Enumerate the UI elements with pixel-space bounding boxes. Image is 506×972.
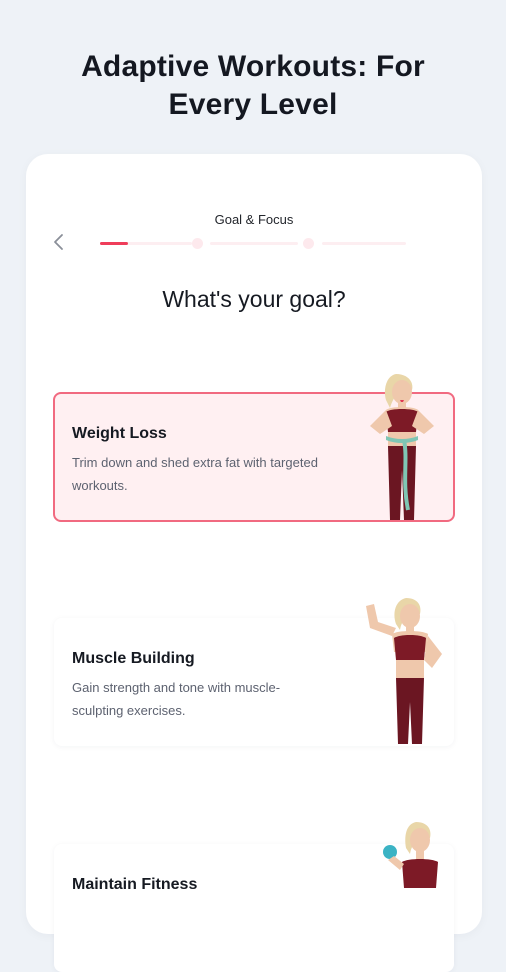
option-title: Muscle Building	[72, 650, 195, 667]
option-description: Gain strength and tone with muscle-sculp…	[72, 680, 281, 718]
onboarding-card: Goal & Focus What's your goal? Weight Lo…	[26, 154, 482, 972]
option-title: Weight Loss	[72, 425, 167, 442]
progress-fill	[100, 242, 128, 245]
step-title: Goal & Focus	[214, 212, 294, 227]
headline-line-1: Adaptive Workouts: For	[81, 50, 425, 83]
progress-dot-2	[192, 238, 203, 249]
woman-with-dumbbell-image	[383, 822, 438, 888]
woman-flexing-image	[366, 598, 442, 744]
progress-dot-3	[303, 238, 314, 249]
chevron-left-icon[interactable]	[52, 232, 66, 252]
progress-segment-3	[322, 242, 406, 245]
woman-measuring-waist-image	[370, 374, 434, 520]
question-title: What's your goal?	[162, 286, 346, 312]
headline-line-2: Every Level	[168, 88, 338, 121]
promo-headline: Adaptive Workouts: For Every Level	[0, 48, 506, 124]
progress-segment-2	[210, 242, 298, 245]
progress-bar	[100, 238, 412, 249]
option-title: Maintain Fitness	[72, 876, 198, 893]
option-description: Trim down and shed extra fat with target…	[72, 455, 318, 493]
